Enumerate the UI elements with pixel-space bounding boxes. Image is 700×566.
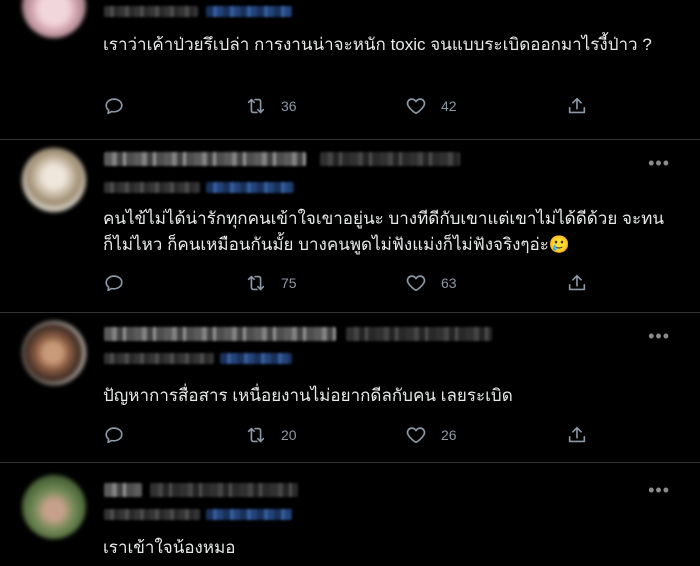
reply-icon: [105, 427, 123, 444]
share-icon: [568, 426, 586, 443]
user-handle-link[interactable]: [206, 6, 292, 17]
heart-icon: [406, 275, 426, 292]
like-button[interactable]: 63: [405, 271, 457, 295]
avatar[interactable]: [22, 321, 86, 385]
tweet-text: ปัญหาการสื่อสาร เหนื่อยงานไม่อยากดีลกับค…: [103, 386, 513, 405]
more-icon[interactable]: •••: [648, 154, 670, 172]
retweet-button[interactable]: 20: [245, 423, 297, 447]
like-button[interactable]: 42: [405, 94, 457, 118]
tweet-actions: 75 63: [0, 271, 700, 295]
reply-icon: [105, 98, 123, 115]
user-handle-link[interactable]: [206, 509, 292, 520]
tweet[interactable]: เราว่าเค้าป่วยรึเปล่า การงานน่าจะหนัก to…: [0, 0, 700, 140]
reply-button[interactable]: [103, 271, 125, 295]
tweet-actions: 20 26: [0, 423, 700, 447]
user-handle[interactable]: [104, 509, 200, 520]
share-button[interactable]: [566, 94, 588, 118]
tweet-text: คนไข้ไม่ได้น่ารักทุกคนเข้าใจเขาอยู่นะ บา…: [103, 209, 664, 254]
retweet-button[interactable]: 36: [245, 94, 297, 118]
like-button[interactable]: 26: [405, 423, 457, 447]
retweet-count: 75: [281, 275, 297, 291]
retweet-count: 36: [281, 98, 297, 114]
like-count: 42: [441, 98, 457, 114]
tweet-date: [320, 152, 460, 166]
user-handle[interactable]: [104, 6, 198, 17]
heart-icon: [406, 98, 426, 115]
like-count: 63: [441, 275, 457, 291]
tweet-actions: 36 42: [0, 94, 700, 118]
user-handle[interactable]: [104, 353, 214, 364]
tweet[interactable]: ••• เราเข้าใจน้องหมอ: [0, 463, 700, 566]
retweet-icon: [247, 427, 265, 443]
share-icon: [568, 274, 586, 291]
share-button[interactable]: [566, 423, 588, 447]
tweet[interactable]: ••• ปัญหาการสื่อสาร เหนื่อยงานไม่อยากดีล…: [0, 313, 700, 463]
avatar[interactable]: [22, 148, 86, 212]
tweet[interactable]: ••• คนไข้ไม่ได้น่ารักทุกคนเข้าใจเขาอยู่น…: [0, 140, 700, 313]
display-name[interactable]: [104, 152, 306, 166]
avatar[interactable]: [22, 0, 86, 38]
more-icon[interactable]: •••: [648, 327, 670, 345]
display-name[interactable]: [104, 483, 142, 497]
like-count: 26: [441, 427, 457, 443]
reply-button[interactable]: [103, 423, 125, 447]
more-icon[interactable]: •••: [648, 481, 670, 499]
tweet-date: [346, 327, 492, 341]
user-handle-link[interactable]: [206, 182, 294, 193]
reply-button[interactable]: [103, 94, 125, 118]
user-handle-link[interactable]: [220, 353, 292, 364]
share-button[interactable]: [566, 271, 588, 295]
retweet-icon: [247, 275, 265, 291]
retweet-button[interactable]: 75: [245, 271, 297, 295]
share-icon: [568, 97, 586, 114]
display-name[interactable]: [104, 327, 336, 341]
retweet-icon: [247, 98, 265, 114]
reply-icon: [105, 275, 123, 292]
retweet-count: 20: [281, 427, 297, 443]
heart-icon: [406, 427, 426, 444]
display-name-extra: [150, 483, 298, 497]
tweet-text: เราว่าเค้าป่วยรึเปล่า การงานน่าจะหนัก to…: [103, 35, 652, 54]
avatar[interactable]: [22, 475, 86, 539]
user-handle[interactable]: [104, 182, 200, 193]
tweet-text: เราเข้าใจน้องหมอ: [103, 538, 236, 557]
